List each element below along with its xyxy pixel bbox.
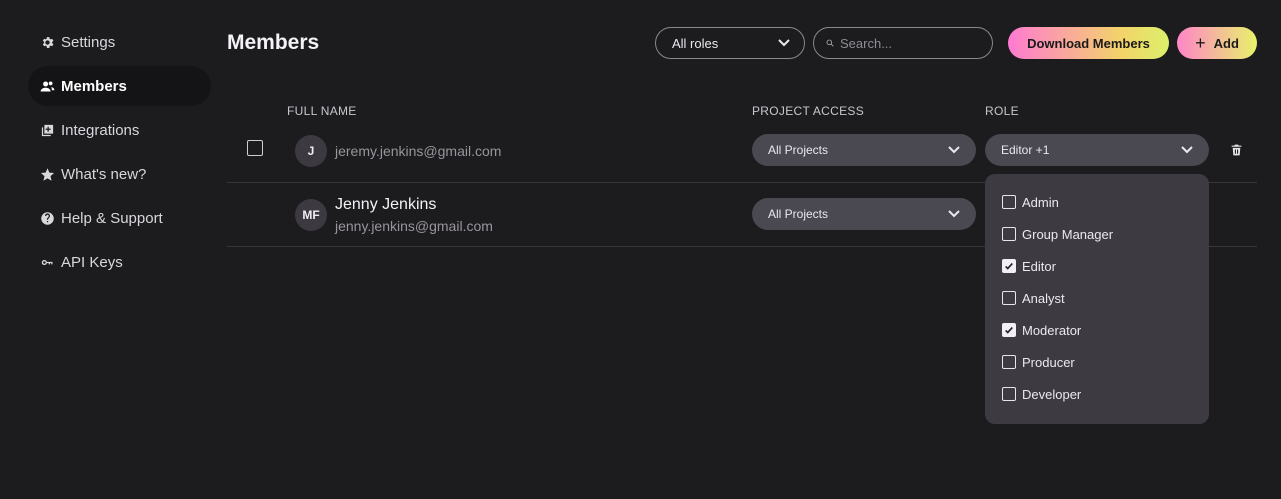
trash-icon[interactable] (1230, 143, 1243, 157)
search-input[interactable] (840, 35, 980, 51)
role-option-analyst[interactable]: Analyst (985, 282, 1209, 314)
check-icon (1005, 326, 1013, 334)
role-option-label: Group Manager (1022, 226, 1114, 242)
chevron-down-icon (778, 39, 790, 47)
role-filter-value: All roles (672, 35, 719, 51)
role-select[interactable]: Editor +1 (985, 134, 1209, 166)
project-access-select[interactable]: All Projects (752, 198, 976, 230)
member-name: Jenny Jenkins (335, 196, 437, 213)
role-option-group-manager[interactable]: Group Manager (985, 218, 1209, 250)
role-option-checkbox[interactable] (1002, 195, 1016, 209)
project-access-value: All Projects (768, 143, 829, 157)
page-title: Members (227, 31, 320, 54)
member-email: jenny.jenkins@gmail.com (335, 218, 493, 234)
sidebar-item-label: Help & Support (61, 209, 163, 227)
role-option-admin[interactable]: Admin (985, 186, 1209, 218)
sidebar-item-label: What's new? (61, 165, 147, 183)
role-option-checkbox[interactable] (1002, 323, 1016, 337)
role-dropdown-menu: Admin Group Manager Editor Analyst Moderator… (985, 174, 1209, 424)
search-field[interactable] (813, 27, 993, 59)
role-option-checkbox[interactable] (1002, 259, 1016, 273)
chevron-down-icon (948, 210, 960, 218)
key-icon (39, 254, 55, 270)
download-members-button[interactable]: Download Members (1008, 27, 1169, 59)
role-option-checkbox[interactable] (1002, 355, 1016, 369)
role-option-label: Moderator (1022, 322, 1082, 338)
member-email: jeremy.jenkins@gmail.com (335, 143, 502, 159)
sidebar-item-settings[interactable]: Settings (28, 22, 211, 62)
project-access-value: All Projects (768, 207, 829, 221)
role-option-checkbox[interactable] (1002, 387, 1016, 401)
help-icon (39, 210, 55, 226)
chevron-down-icon (1181, 146, 1193, 154)
role-option-editor[interactable]: Editor (985, 250, 1209, 282)
add-member-button[interactable]: + Add (1177, 27, 1257, 59)
avatar: J (295, 135, 327, 167)
role-option-label: Developer (1022, 386, 1082, 402)
sidebar-item-api-keys[interactable]: API Keys (28, 242, 211, 282)
sidebar-item-members[interactable]: Members (28, 66, 211, 106)
column-header-full-name: FULL NAME (287, 104, 357, 118)
avatar: MF (295, 199, 327, 231)
plus-box-icon (39, 122, 55, 138)
column-header-project-access: PROJECT ACCESS (752, 104, 865, 118)
role-option-checkbox[interactable] (1002, 291, 1016, 305)
role-option-developer[interactable]: Developer (985, 378, 1209, 410)
star-icon (39, 166, 55, 182)
check-icon (1005, 262, 1013, 270)
role-option-moderator[interactable]: Moderator (985, 314, 1209, 346)
sidebar: Settings Members Integrations What's new… (28, 22, 211, 286)
row-select-checkbox[interactable] (247, 140, 263, 156)
role-option-label: Analyst (1022, 290, 1065, 306)
gear-icon (39, 34, 55, 50)
sidebar-item-integrations[interactable]: Integrations (28, 110, 211, 150)
sidebar-item-whats-new[interactable]: What's new? (28, 154, 211, 194)
role-option-label: Admin (1022, 194, 1059, 210)
project-access-select[interactable]: All Projects (752, 134, 976, 166)
role-option-label: Producer (1022, 354, 1075, 370)
role-filter-select[interactable]: All roles (655, 27, 805, 59)
role-option-checkbox[interactable] (1002, 227, 1016, 241)
plus-icon: + (1195, 33, 1206, 53)
chevron-down-icon (948, 146, 960, 154)
role-value: Editor +1 (1001, 143, 1050, 157)
role-option-label: Editor (1022, 258, 1056, 274)
role-option-producer[interactable]: Producer (985, 346, 1209, 378)
sidebar-item-label: API Keys (61, 253, 123, 271)
sidebar-item-label: Settings (61, 33, 116, 51)
sidebar-item-help-support[interactable]: Help & Support (28, 198, 211, 238)
sidebar-item-label: Integrations (61, 121, 140, 139)
sidebar-item-label: Members (61, 77, 127, 95)
column-header-role: ROLE (985, 104, 1019, 118)
people-icon (39, 78, 55, 94)
add-button-label: Add (1213, 35, 1239, 51)
search-icon (826, 39, 834, 47)
